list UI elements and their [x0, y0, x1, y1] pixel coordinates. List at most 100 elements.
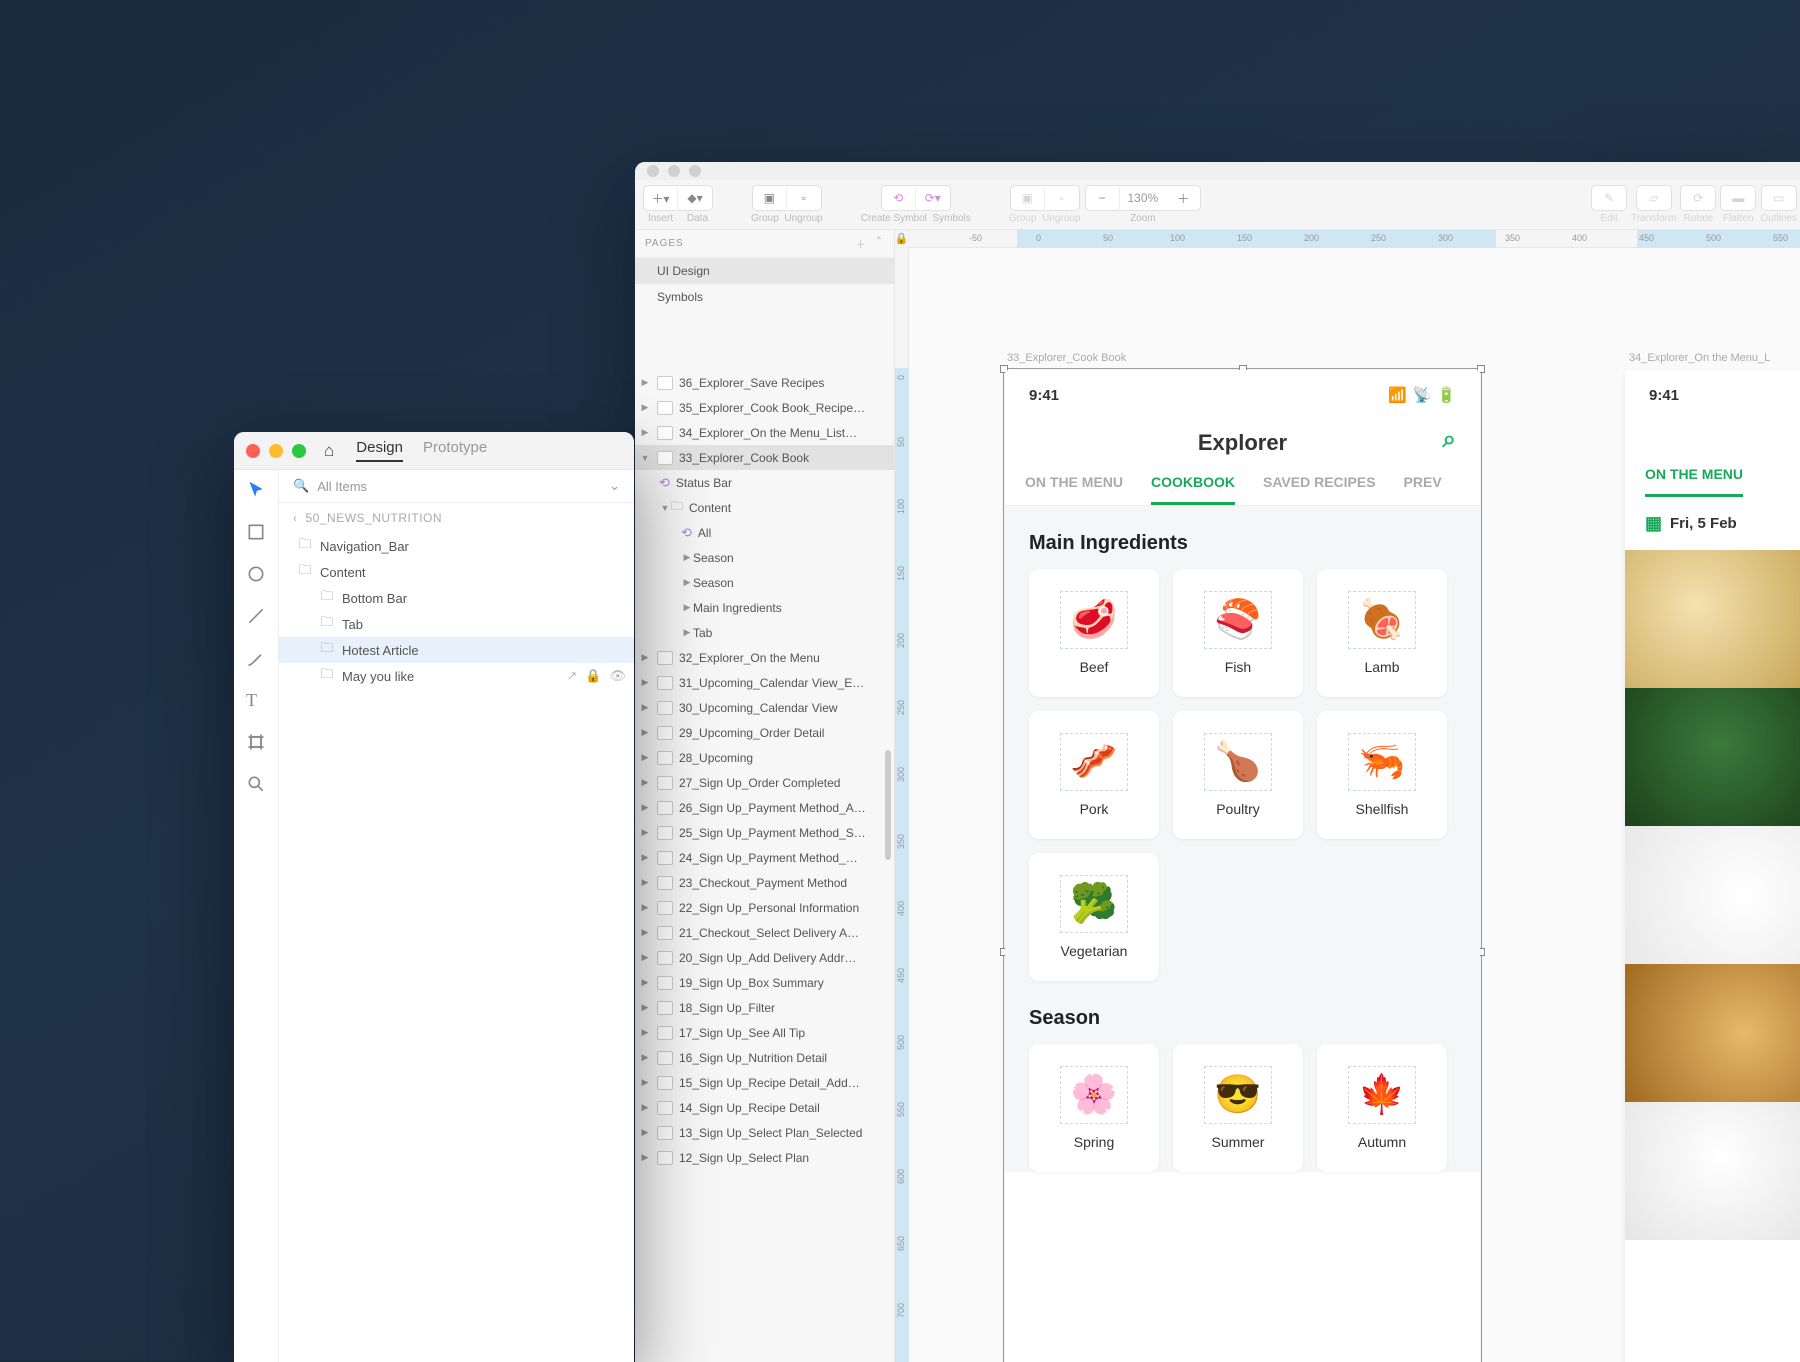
breadcrumb[interactable]: ‹ 50_NEWS_NUTRITION [279, 503, 634, 533]
insert-button[interactable]: ＋▾ [644, 185, 678, 211]
artboard-row[interactable]: ▶15_Sign Up_Recipe Detail_Add… [635, 1070, 894, 1095]
layer-row[interactable]: 🗀Content [279, 559, 634, 585]
ingredient-card[interactable]: 🥩Beef [1029, 569, 1159, 697]
artboard-row[interactable]: ▶20_Sign Up_Add Delivery Addr… [635, 945, 894, 970]
move-tool-icon[interactable] [246, 480, 266, 500]
page-ui-design[interactable]: UI Design [635, 258, 894, 284]
tab-saved-recipes[interactable]: SAVED RECIPES [1263, 474, 1376, 505]
maximize-icon[interactable] [292, 444, 306, 458]
collapse-pages-icon[interactable]: ⌃ [875, 236, 884, 251]
zoom-in-button[interactable]: ＋ [1166, 185, 1200, 211]
artboard-row[interactable]: ▶32_Explorer_On the Menu [635, 645, 894, 670]
ingredient-card[interactable]: 🍖Lamb [1317, 569, 1447, 697]
artboard-row[interactable]: ▶14_Sign Up_Recipe Detail [635, 1095, 894, 1120]
minimize-icon[interactable] [269, 444, 283, 458]
artboard1-name[interactable]: 33_Explorer_Cook Book [1007, 352, 1126, 364]
artboard-row[interactable]: ▶16_Sign Up_Nutrition Detail [635, 1045, 894, 1070]
layer-row[interactable]: ▶Season [635, 545, 894, 570]
layer-row[interactable]: ⟲Status Bar [635, 470, 894, 495]
lock-icon[interactable]: 🔒 [895, 230, 909, 248]
layer-row[interactable]: 🗀May you like↗🔒👁 [279, 663, 634, 689]
food-image[interactable] [1625, 964, 1800, 1102]
artboard-row[interactable]: ▶30_Upcoming_Calendar View [635, 695, 894, 720]
layer-row[interactable]: 🗀Navigation_Bar [279, 533, 634, 559]
tab-design[interactable]: Design [356, 439, 403, 462]
ingredient-card[interactable]: 🦐Shellfish [1317, 711, 1447, 839]
canvas[interactable]: 🔒 -50050100150200250300350400450500550 0… [895, 230, 1800, 1362]
home-icon[interactable]: ⌂ [324, 441, 334, 461]
traffic-close-icon[interactable] [647, 165, 659, 177]
layer-search[interactable]: 🔍 All Items ⌄ [279, 470, 634, 503]
tab-cookbook[interactable]: COOKBOOK [1151, 474, 1235, 505]
season-card[interactable]: 🍁Autumn [1317, 1044, 1447, 1172]
rectangle-tool-icon[interactable] [246, 522, 266, 542]
layer-row[interactable]: ▶Main Ingredients [635, 595, 894, 620]
line-tool-icon[interactable] [246, 606, 266, 626]
artboard-row[interactable]: ▶13_Sign Up_Select Plan_Selected [635, 1120, 894, 1145]
traffic-min-icon[interactable] [668, 165, 680, 177]
artboard-row[interactable]: ▶34_Explorer_On the Menu_List… [635, 420, 894, 445]
food-image[interactable] [1625, 826, 1800, 964]
search-icon[interactable]: ⌕ [1443, 426, 1456, 454]
add-page-icon[interactable]: ＋ [856, 236, 867, 251]
back-icon[interactable]: ‹ [293, 511, 298, 525]
artboard-row[interactable]: ▶36_Explorer_Save Recipes [635, 370, 894, 395]
close-icon[interactable] [246, 444, 260, 458]
layer-row[interactable]: ▶Tab [635, 620, 894, 645]
food-image[interactable] [1625, 550, 1800, 688]
traffic-max-icon[interactable] [689, 165, 701, 177]
artboard-row[interactable]: ▶35_Explorer_Cook Book_Recipe… [635, 395, 894, 420]
pen-tool-icon[interactable] [246, 648, 266, 668]
layer-row[interactable]: 🗀Bottom Bar [279, 585, 634, 611]
artboard-row[interactable]: ▶24_Sign Up_Payment Method_… [635, 845, 894, 870]
symbols-button[interactable]: ⟳▾ [916, 185, 950, 211]
visibility-icon[interactable]: 👁 [609, 668, 626, 684]
date-row[interactable]: ▦ Fri, 5 Feb [1625, 497, 1800, 550]
ingredient-card[interactable]: 🍗Poultry [1173, 711, 1303, 839]
artboard-row[interactable]: ▶25_Sign Up_Payment Method_S… [635, 820, 894, 845]
layer-row[interactable]: ▶Season [635, 570, 894, 595]
artboard-tool-icon[interactable] [246, 732, 266, 752]
artboard2-name[interactable]: 34_Explorer_On the Menu_L [1629, 352, 1770, 364]
ingredient-card[interactable]: 🥓Pork [1029, 711, 1159, 839]
artboard-row[interactable]: ▶23_Checkout_Payment Method [635, 870, 894, 895]
artboard-on-the-menu[interactable]: 9:41 ON THE MENU ▦ Fri, 5 Feb [1625, 370, 1800, 1362]
ingredient-card[interactable]: 🍣Fish [1173, 569, 1303, 697]
ellipse-tool-icon[interactable] [246, 564, 266, 584]
season-card[interactable]: 😎Summer [1173, 1044, 1303, 1172]
ungroup-button[interactable]: ▫ [787, 185, 821, 211]
layer-row[interactable]: 🗀Hotest Article [279, 637, 634, 663]
layer-row[interactable]: ▼🗀Content [635, 495, 894, 520]
artboard-row[interactable]: ▶19_Sign Up_Box Summary [635, 970, 894, 995]
tab-prototype[interactable]: Prototype [423, 439, 487, 462]
artboard-row[interactable]: ▶21_Checkout_Select Delivery A… [635, 920, 894, 945]
artboard-row[interactable]: ▶26_Sign Up_Payment Method_A… [635, 795, 894, 820]
zoom-out-button[interactable]: − [1086, 185, 1120, 211]
link-icon[interactable]: ↗ [566, 668, 577, 684]
tab-on-the-menu-2[interactable]: ON THE MENU [1645, 466, 1743, 497]
chevron-down-icon[interactable]: ⌄ [609, 478, 620, 494]
group-button[interactable]: ▣ [753, 185, 787, 211]
artboard-row[interactable]: ▶28_Upcoming [635, 745, 894, 770]
lock-icon[interactable]: 🔒 [585, 668, 601, 684]
layer-row[interactable]: 🗀Tab [279, 611, 634, 637]
tab-on-the-menu[interactable]: ON THE MENU [1025, 474, 1123, 505]
artboard-row[interactable]: ▶22_Sign Up_Personal Information [635, 895, 894, 920]
artboard-cookbook[interactable]: 9:41 📶 📡 🔋 Explorer ⌕ ON THE MENU COOKBO… [1005, 370, 1480, 1362]
artboard-row[interactable]: ▶29_Upcoming_Order Detail [635, 720, 894, 745]
food-image[interactable] [1625, 1102, 1800, 1240]
ingredient-card[interactable]: 🥦Vegetarian [1029, 853, 1159, 981]
food-image[interactable] [1625, 688, 1800, 826]
page-symbols[interactable]: Symbols [635, 284, 894, 310]
artboard-row[interactable]: ▶18_Sign Up_Filter [635, 995, 894, 1020]
create-symbol-button[interactable]: ⟲ [882, 185, 916, 211]
search-tool-icon[interactable] [246, 774, 266, 794]
scrollbar-thumb[interactable] [885, 750, 891, 860]
artboard-row[interactable]: ▶12_Sign Up_Select Plan [635, 1145, 894, 1170]
layer-row[interactable]: ⟲All [635, 520, 894, 545]
season-card[interactable]: 🌸Spring [1029, 1044, 1159, 1172]
text-tool-icon[interactable]: T [246, 690, 266, 710]
artboard-row[interactable]: ▶17_Sign Up_See All Tip [635, 1020, 894, 1045]
tab-prev[interactable]: PREV [1404, 474, 1442, 505]
artboard-row[interactable]: ▶27_Sign Up_Order Completed [635, 770, 894, 795]
